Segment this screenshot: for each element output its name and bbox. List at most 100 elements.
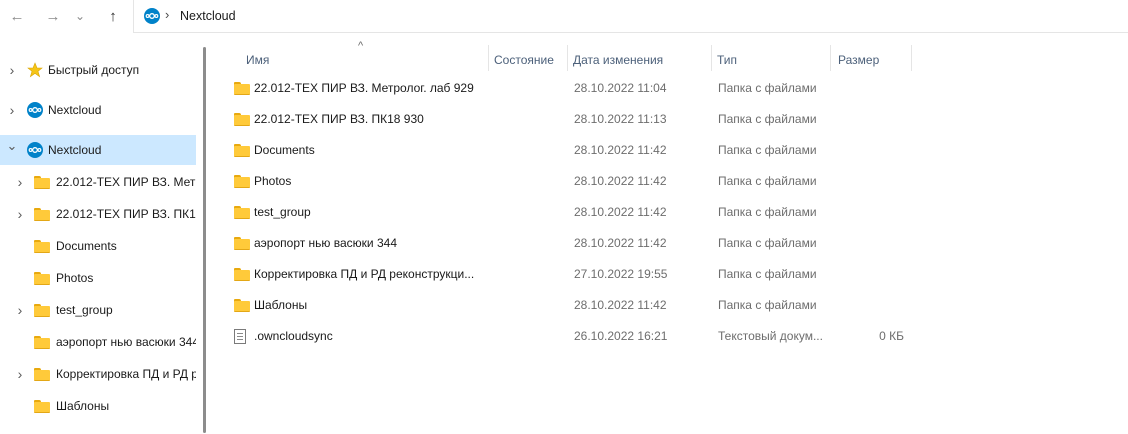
- file-type: Папка с файлами: [718, 267, 817, 281]
- sidebar-item[interactable]: › Корректировка ПД и РД ре: [0, 359, 196, 389]
- forward-button[interactable]: →: [42, 5, 64, 27]
- sidebar-item-label: Корректировка ПД и РД ре: [56, 367, 196, 381]
- column-divider[interactable]: [911, 45, 912, 71]
- file-row[interactable]: Корректировка ПД и РД реконструкци... 27.…: [228, 260, 918, 288]
- forward-arrow-icon: →: [45, 7, 61, 25]
- sidebar-item[interactable]: › Быстрый доступ: [0, 55, 196, 85]
- file-row[interactable]: Documents 28.10.2022 11:42 Папка с файлами: [228, 136, 918, 164]
- file-row[interactable]: аэропорт нью васюки 344 28.10.2022 11:42 П…: [228, 229, 918, 257]
- file-type: Папка с файлами: [718, 174, 817, 188]
- sidebar-item-icon: [34, 176, 50, 192]
- sidebar-item-icon: [27, 142, 43, 161]
- column-header-name[interactable]: Имя: [240, 48, 488, 72]
- column-divider[interactable]: [830, 45, 831, 71]
- file-type: Папка с файлами: [718, 205, 817, 219]
- chevron-right-icon[interactable]: ›: [14, 302, 26, 318]
- folder-icon: [34, 304, 50, 317]
- file-row-icon: [234, 291, 250, 319]
- file-size: [848, 105, 904, 133]
- file-row[interactable]: 22.012-ТЕХ ПИР ВЗ. ПК18 930 28.10.2022 11…: [228, 105, 918, 133]
- back-button[interactable]: ←: [6, 5, 28, 27]
- sidebar-item[interactable]: Documents: [0, 231, 196, 261]
- nextcloud-icon: [27, 102, 43, 121]
- sidebar-item-icon: [34, 336, 50, 352]
- folder-icon: [234, 143, 250, 157]
- folder-icon: [234, 298, 250, 312]
- file-size: [848, 198, 904, 226]
- file-modified: 28.10.2022 11:04: [574, 81, 667, 95]
- sidebar-item-label: test_group: [56, 303, 113, 317]
- file-type: Папка с файлами: [718, 81, 817, 95]
- file-name: 22.012-ТЕХ ПИР ВЗ. ПК18 930: [254, 112, 424, 126]
- file-name: Photos: [254, 174, 292, 188]
- sidebar-item[interactable]: Шаблоны: [0, 391, 196, 421]
- back-arrow-icon: ←: [9, 7, 25, 25]
- column-header-status[interactable]: Состояние: [488, 48, 567, 72]
- sidebar-item[interactable]: Photos: [0, 263, 196, 293]
- sidebar-item-label: Nextcloud: [48, 103, 102, 117]
- sidebar-item[interactable]: ⌄ Nextcloud: [0, 135, 196, 165]
- file-row-icon: [234, 198, 250, 226]
- chevron-right-icon[interactable]: ›: [14, 366, 26, 382]
- sidebar-item-icon: [27, 102, 43, 121]
- file-row[interactable]: .owncloudsync 26.10.2022 16:21 Текстовый д…: [228, 322, 918, 350]
- sidebar-item[interactable]: › 22.012-ТЕХ ПИР ВЗ. ПК18 9: [0, 199, 196, 229]
- up-arrow-icon: ↑: [109, 7, 117, 25]
- file-name: Корректировка ПД и РД реконструкци...: [254, 267, 475, 281]
- file-type: Папка с файлами: [718, 298, 817, 312]
- column-header-type[interactable]: Тип: [711, 48, 830, 72]
- folder-icon: [234, 205, 250, 219]
- file-name: test_group: [254, 205, 311, 219]
- column-header-size[interactable]: Размер: [832, 48, 912, 72]
- folder-icon: [34, 240, 50, 253]
- text-file-icon: [234, 328, 246, 344]
- sidebar-item-label: Documents: [56, 239, 117, 253]
- file-name: Шаблоны: [254, 298, 308, 312]
- chevron-down-icon: ⌄: [74, 9, 86, 23]
- sidebar-item-icon: [34, 368, 50, 384]
- file-list: ^ Имя Состояние Дата изменения Тип Разме…: [212, 33, 1128, 434]
- chevron-right-icon[interactable]: ›: [6, 102, 18, 118]
- chevron-down-icon[interactable]: ⌄: [6, 138, 18, 153]
- sidebar-item-label: 22.012-ТЕХ ПИР ВЗ. Метрол: [56, 175, 196, 189]
- file-row[interactable]: Шаблоны 28.10.2022 11:42 Папка с файлами: [228, 291, 918, 319]
- file-row[interactable]: 22.012-ТЕХ ПИР ВЗ. Метролог. лаб 929 28.1…: [228, 74, 918, 102]
- address-bar[interactable]: › Nextcloud: [133, 0, 1128, 33]
- file-modified: 26.10.2022 16:21: [574, 329, 668, 343]
- sidebar-item-label: аэропорт нью васюки 344: [56, 335, 196, 349]
- folder-icon: [34, 272, 50, 285]
- column-header-modified[interactable]: Дата изменения: [567, 48, 711, 72]
- recent-locations-button[interactable]: ⌄: [72, 5, 88, 27]
- file-name: Documents: [254, 143, 315, 157]
- sidebar-item-icon: [34, 400, 50, 416]
- sidebar-item-label: 22.012-ТЕХ ПИР ВЗ. ПК18 9: [56, 207, 196, 221]
- sidebar-item-icon: [34, 208, 50, 224]
- file-modified: 28.10.2022 11:42: [574, 174, 667, 188]
- chevron-right-icon[interactable]: ›: [14, 174, 26, 190]
- file-modified: 28.10.2022 11:42: [574, 205, 667, 219]
- sidebar-item[interactable]: › test_group: [0, 295, 196, 325]
- file-row-icon: [234, 105, 250, 133]
- breadcrumb-location[interactable]: Nextcloud: [180, 9, 236, 23]
- sidebar-item[interactable]: аэропорт нью васюки 344: [0, 327, 196, 357]
- sidebar-item-icon: [34, 304, 50, 320]
- up-button[interactable]: ↑: [102, 5, 124, 27]
- chevron-right-icon[interactable]: ›: [6, 62, 18, 78]
- file-type: Папка с файлами: [718, 236, 817, 250]
- sidebar-item-label: Шаблоны: [56, 399, 110, 413]
- file-size: [848, 136, 904, 164]
- scrollbar-thumb[interactable]: [203, 47, 206, 433]
- file-size: [848, 74, 904, 102]
- file-size: [848, 229, 904, 257]
- file-row[interactable]: test_group 28.10.2022 11:42 Папка с файлам…: [228, 198, 918, 226]
- sidebar-item[interactable]: › Nextcloud: [0, 95, 196, 125]
- sidebar-item[interactable]: › 22.012-ТЕХ ПИР ВЗ. Метрол: [0, 167, 196, 197]
- file-row-icon: [234, 229, 250, 257]
- file-row[interactable]: Photos 28.10.2022 11:42 Папка с файлами: [228, 167, 918, 195]
- file-name: .owncloudsync: [254, 329, 333, 343]
- folder-icon: [34, 176, 50, 189]
- file-row-icon: [234, 167, 250, 195]
- file-modified: 28.10.2022 11:42: [574, 298, 667, 312]
- chevron-right-icon[interactable]: ›: [14, 206, 26, 222]
- file-row-icon: [234, 322, 246, 350]
